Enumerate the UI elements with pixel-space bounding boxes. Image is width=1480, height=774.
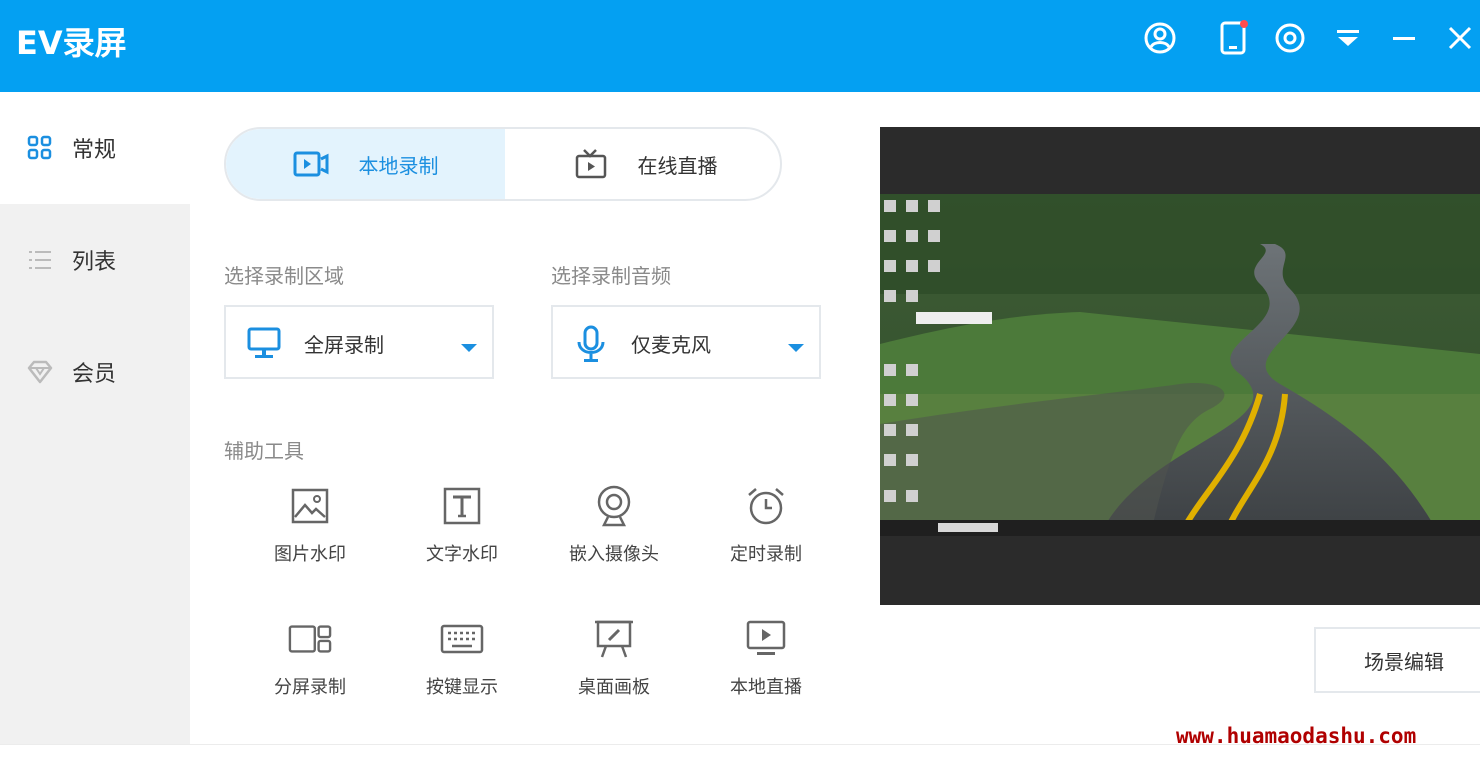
bottom-bar	[0, 745, 1480, 774]
tool-text-watermark[interactable]: 文字水印	[400, 484, 520, 594]
record-audio-value: 仅麦克风	[631, 333, 711, 357]
tools-section-label: 辅助工具	[224, 439, 304, 463]
phone-button[interactable]	[1216, 20, 1252, 56]
local-record-icon	[293, 150, 329, 178]
tool-embed-webcam[interactable]: 嵌入摄像头	[552, 484, 672, 594]
title-bar: EV录屏	[0, 0, 1480, 92]
split-screen-icon	[288, 617, 332, 661]
tool-label: 定时录制	[730, 544, 802, 565]
close-button[interactable]	[1442, 20, 1478, 56]
recording-preview	[880, 127, 1480, 605]
close-icon	[1448, 26, 1472, 50]
minimize-icon	[1393, 37, 1415, 40]
tool-desktop-whiteboard[interactable]: 桌面画板	[552, 617, 672, 727]
tool-scheduled-record[interactable]: 定时录制	[704, 484, 824, 594]
alarm-clock-icon	[744, 484, 788, 528]
monitor-icon	[246, 325, 282, 365]
scene-edit-button[interactable]: 场景编辑	[1314, 627, 1480, 693]
app-title: EV录屏	[16, 24, 127, 62]
record-audio-label: 选择录制音频	[551, 264, 671, 288]
diamond-icon	[26, 358, 54, 386]
grid-icon	[26, 134, 54, 162]
tool-label: 图片水印	[274, 544, 346, 565]
minimize-button[interactable]	[1386, 20, 1422, 56]
record-area-value: 全屏录制	[304, 333, 384, 357]
ev-recorder-window: EV录屏 常规 列表 会员 本地录制 在线直播 选择录制区域 选择录制音频 全屏…	[0, 0, 1480, 774]
sidebar-item-vip[interactable]: 会员	[0, 316, 190, 428]
record-audio-select[interactable]: 仅麦克风	[551, 305, 821, 379]
list-icon	[26, 246, 54, 274]
tab-online-live[interactable]: 在线直播	[506, 129, 780, 199]
record-area-select[interactable]: 全屏录制	[224, 305, 494, 379]
site-watermark: www.huamaodashu.com	[1176, 724, 1417, 748]
tool-label: 文字水印	[426, 544, 498, 565]
tool-local-live[interactable]: 本地直播	[704, 617, 824, 727]
webcam-icon	[592, 484, 636, 528]
whiteboard-icon	[592, 617, 636, 661]
tool-label: 分屏录制	[274, 677, 346, 698]
sidebar-item-label: 列表	[72, 250, 117, 275]
keyboard-icon	[440, 617, 484, 661]
chevron-down-icon	[460, 339, 478, 358]
chevron-down-icon	[787, 339, 805, 358]
tab-local-record[interactable]: 本地录制	[226, 129, 505, 199]
tool-split-screen[interactable]: 分屏录制	[248, 617, 368, 727]
tool-label: 本地直播	[730, 677, 802, 698]
local-live-icon	[744, 617, 788, 661]
user-button[interactable]	[1142, 20, 1178, 56]
sidebar-item-label: 常规	[72, 138, 117, 163]
settings-button[interactable]	[1272, 20, 1308, 56]
dropdown-icon	[1337, 30, 1359, 46]
tool-label: 桌面画板	[578, 677, 650, 698]
sidebar-item-general[interactable]: 常规	[0, 92, 190, 204]
tool-label: 按键显示	[426, 677, 498, 698]
phone-icon	[1220, 20, 1248, 55]
menu-dropdown-button[interactable]	[1330, 20, 1366, 56]
record-area-label: 选择录制区域	[224, 264, 344, 288]
live-tv-icon	[574, 148, 608, 180]
settings-icon	[1275, 23, 1305, 53]
sidebar-item-list[interactable]: 列表	[0, 204, 190, 316]
sidebar: 常规 列表 会员	[0, 92, 190, 744]
tool-label: 嵌入摄像头	[569, 544, 659, 565]
microphone-icon	[573, 325, 609, 367]
mode-tabs: 本地录制 在线直播	[224, 127, 782, 201]
tool-image-watermark[interactable]: 图片水印	[248, 484, 368, 594]
user-icon	[1144, 22, 1176, 54]
desktop-preview-image	[880, 194, 1480, 536]
image-icon	[288, 484, 332, 528]
tool-key-display[interactable]: 按键显示	[400, 617, 520, 727]
tab-label: 本地录制	[358, 153, 439, 178]
text-icon	[440, 484, 484, 528]
sidebar-item-label: 会员	[72, 362, 117, 387]
tab-label: 在线直播	[637, 153, 718, 178]
